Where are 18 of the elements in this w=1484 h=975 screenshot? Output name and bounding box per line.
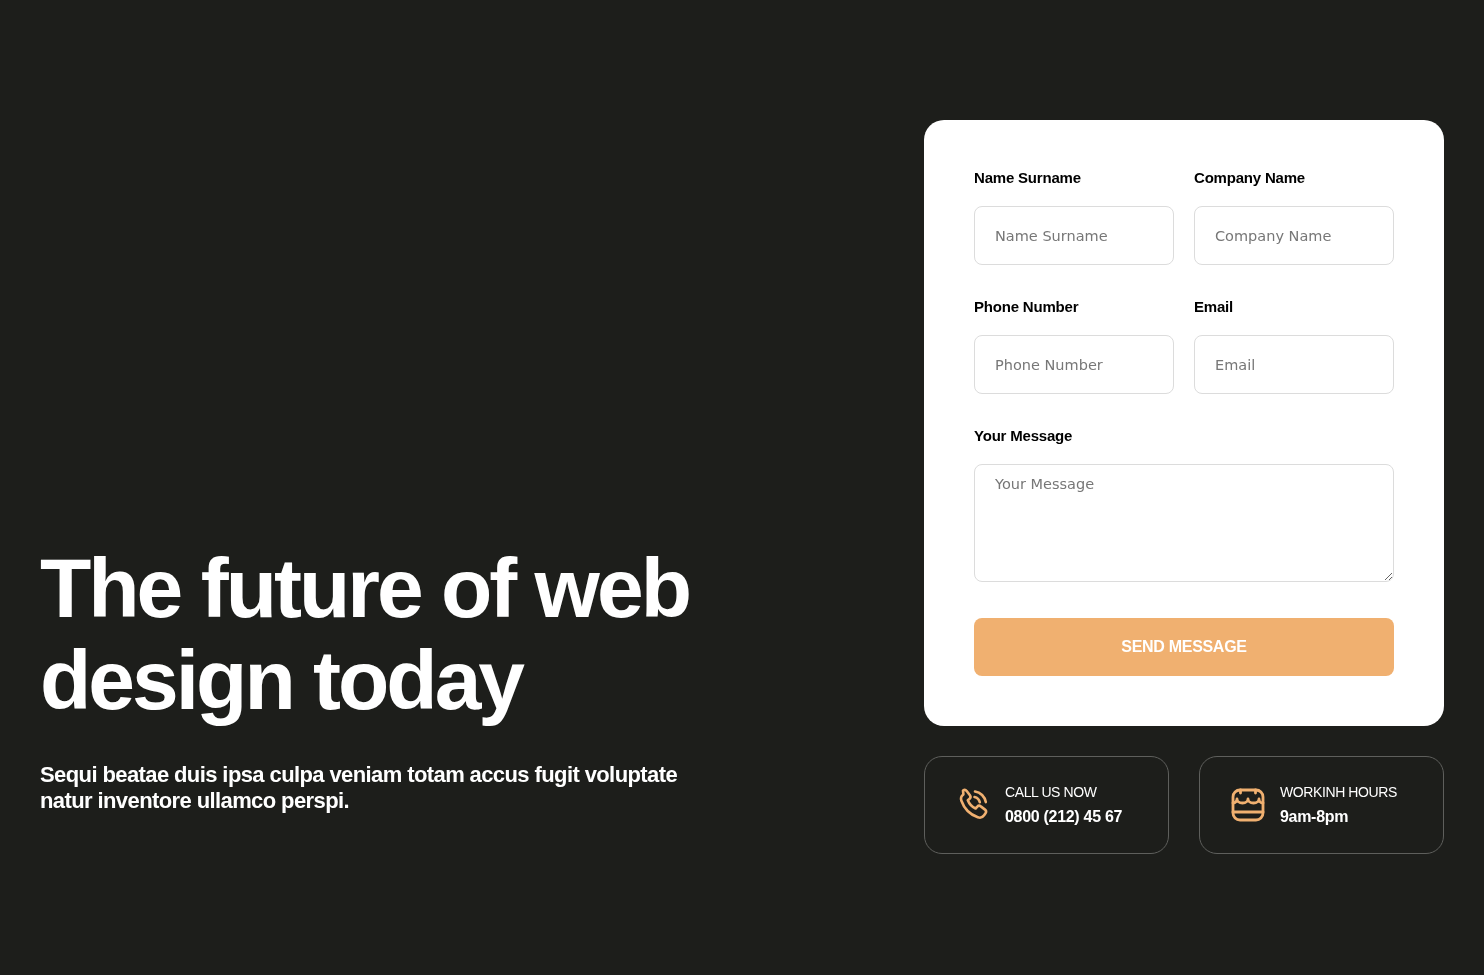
text-field[interactable]: Name Surname <box>974 206 1174 265</box>
send-message-button[interactable]: SEND MESSAGE <box>974 618 1394 676</box>
text-field[interactable]: Company Name <box>1194 206 1394 265</box>
info-label: WORKINH HOURS <box>1280 783 1397 801</box>
field-label: Name Surname <box>974 168 1082 188</box>
text-field[interactable]: Email <box>1194 335 1394 394</box>
message-field[interactable]: Your Message <box>974 464 1394 582</box>
field-label: Your Message <box>974 426 1074 446</box>
field-label: Phone Number <box>974 297 1080 317</box>
text-field[interactable]: Phone Number <box>974 335 1174 394</box>
info-value: 0800 (212) 45 67 <box>1005 807 1123 827</box>
field-label: Email <box>1194 297 1235 317</box>
field-label: Company Name <box>1194 168 1306 188</box>
hero-subtitle: Sequi beatae duis ipsa culpa veniam totam accus fugit voluptate natur inventore ullamco perspi. <box>40 762 679 814</box>
shop-icon <box>1230 787 1266 823</box>
info-value: 9am-8pm <box>1280 807 1350 827</box>
info-label: CALL US NOW <box>1005 783 1098 801</box>
hero-heading: The future of web design today <box>40 542 690 726</box>
